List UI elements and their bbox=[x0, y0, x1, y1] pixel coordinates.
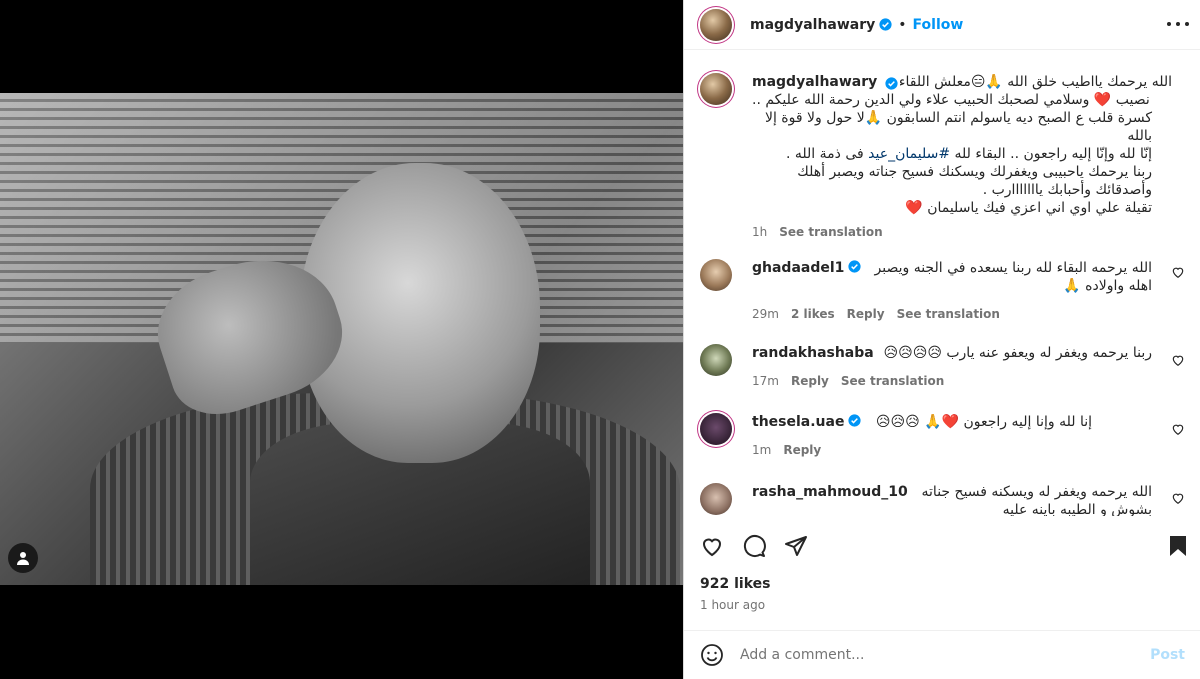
verified-badge-icon bbox=[848, 414, 862, 427]
header-separator: • bbox=[898, 16, 907, 33]
verified-badge-icon bbox=[848, 260, 862, 273]
comment-like-heart-icon[interactable] bbox=[1171, 491, 1185, 505]
post-actions-bar bbox=[684, 526, 1200, 566]
post-comment-button[interactable]: Post bbox=[1150, 647, 1185, 663]
verified-badge-icon bbox=[879, 18, 892, 31]
commenter-username[interactable]: rasha_mahmoud_10 bbox=[752, 483, 908, 501]
see-translation-button[interactable]: See translation bbox=[897, 305, 1000, 323]
commenter-avatar[interactable] bbox=[700, 344, 732, 376]
comment-body: rasha_mahmoud_10 الله يرحمه ويغفر له ويس… bbox=[752, 483, 1152, 516]
comment-time[interactable]: 17m bbox=[752, 372, 779, 390]
caption-row: magdyalhawary الله يرحمك يااطيب خلق الله… bbox=[700, 73, 1185, 241]
heart-outline-icon[interactable] bbox=[698, 532, 726, 560]
comment-meta: 17m Reply See translation bbox=[752, 372, 1152, 390]
caption-author-avatar[interactable] bbox=[700, 73, 732, 105]
see-translation-button[interactable]: See translation bbox=[841, 372, 944, 390]
caption-line4-post: فى ذمة الله . bbox=[786, 146, 869, 162]
caption-line2: نصيب ❤️ وسلامي لصحبك الحبيب علاء ولي الد… bbox=[752, 92, 1150, 108]
caption-meta: 1h See translation bbox=[752, 223, 1172, 241]
comment-meta: 1m Reply bbox=[752, 441, 1152, 459]
caption-body: magdyalhawary الله يرحمك يااطيب خلق الله… bbox=[752, 73, 1172, 241]
comment-time[interactable]: 29m bbox=[752, 305, 779, 323]
likes-count[interactable]: 922 likes bbox=[700, 576, 770, 592]
caption-see-translation[interactable]: See translation bbox=[779, 223, 882, 241]
comment-input[interactable] bbox=[740, 647, 1151, 663]
comment-time[interactable]: 1m bbox=[752, 441, 771, 459]
commenter-avatar[interactable] bbox=[700, 413, 732, 445]
comment-item: randakhashaba ربنا يرحمه ويغفر له ويعفو … bbox=[700, 344, 1185, 390]
commenter-username[interactable]: randakhashaba bbox=[752, 344, 874, 362]
add-comment-bar: Post bbox=[684, 630, 1200, 679]
comments-list[interactable]: magdyalhawary الله يرحمك يااطيب خلق الله… bbox=[684, 51, 1200, 516]
comment-body: thesela.uae إنا لله وإنا إليه راجعون ❤️🙏… bbox=[752, 413, 1152, 459]
caption-line3: كسرة قلب ع الصبح ديه ياسولم انتم السابقو… bbox=[764, 110, 1152, 144]
comment-like-heart-icon[interactable] bbox=[1171, 422, 1185, 436]
reply-button[interactable]: Reply bbox=[791, 372, 829, 390]
post-photo[interactable] bbox=[0, 93, 683, 585]
comment-likes[interactable]: 2 likes bbox=[791, 305, 835, 323]
caption-time[interactable]: 1h bbox=[752, 223, 767, 241]
comment-meta: 29m 2 likes Reply See translation bbox=[752, 305, 1152, 323]
post-header: magdyalhawary • Follow bbox=[684, 0, 1200, 50]
paper-plane-icon[interactable] bbox=[782, 532, 810, 560]
comment-item: rasha_mahmoud_10 الله يرحمه ويغفر له ويس… bbox=[700, 483, 1185, 516]
comment-like-heart-icon[interactable] bbox=[1171, 265, 1185, 279]
more-options-icon[interactable] bbox=[1164, 10, 1192, 38]
commenter-username[interactable]: ghadaadel1 bbox=[752, 260, 844, 276]
commenter-avatar[interactable] bbox=[700, 483, 732, 515]
tagged-users-icon[interactable] bbox=[8, 543, 38, 573]
reply-button[interactable]: Reply bbox=[847, 305, 885, 323]
reply-button[interactable]: Reply bbox=[783, 441, 821, 459]
post-modal: magdyalhawary • Follow magdyalhawary الل… bbox=[0, 0, 1200, 679]
emoji-icon[interactable] bbox=[700, 643, 724, 667]
caption-line4: إنّا لله وإنّا إليه راجعون .. البقاء لله… bbox=[752, 145, 1152, 163]
caption-username[interactable]: magdyalhawary bbox=[752, 73, 877, 91]
caption-hashtag-link[interactable]: #سليمان_عيد bbox=[868, 146, 950, 162]
post-media bbox=[0, 0, 683, 679]
commenter-avatar[interactable] bbox=[700, 259, 732, 291]
caption-line4-pre: إنّا لله وإنّا إليه راجعون .. البقاء لله bbox=[950, 146, 1152, 162]
comment-item: ghadaadel1 الله يرحمه البقاء لله ربنا يس… bbox=[700, 259, 1185, 323]
commenter-username[interactable]: thesela.uae bbox=[752, 414, 844, 430]
comment-icon[interactable] bbox=[740, 532, 768, 560]
post-details-panel: magdyalhawary • Follow magdyalhawary الل… bbox=[683, 0, 1200, 679]
comment-body: ghadaadel1 الله يرحمه البقاء لله ربنا يس… bbox=[752, 259, 1152, 323]
posted-time[interactable]: 1 hour ago bbox=[700, 598, 765, 612]
comment-item: thesela.uae إنا لله وإنا إليه راجعون ❤️🙏… bbox=[700, 413, 1185, 459]
author-username[interactable]: magdyalhawary bbox=[750, 17, 875, 33]
author-avatar[interactable] bbox=[700, 8, 732, 41]
comment-text: إنا لله وإنا إليه راجعون ❤️🙏 😥😥😥 bbox=[875, 414, 1092, 430]
caption-line1: الله يرحمك يااطيب خلق الله 🙏😑معلش اللقاء bbox=[898, 74, 1172, 90]
caption-verified-badge-icon bbox=[885, 77, 898, 90]
comment-like-heart-icon[interactable] bbox=[1171, 353, 1185, 367]
caption-line6: وأصدقائك وأحبابك يااااااارب . bbox=[982, 182, 1152, 198]
bookmark-icon[interactable] bbox=[1164, 532, 1192, 560]
comment-text: ربنا يرحمه ويغفر له ويعفو عنه يارب 😥😥😥😥 bbox=[883, 345, 1152, 361]
follow-button[interactable]: Follow bbox=[913, 17, 964, 33]
caption-line5: ربنا يرحمك ياحبيبى ويغفرلك ويسكنك فسيح ج… bbox=[797, 164, 1152, 180]
comment-body: randakhashaba ربنا يرحمه ويغفر له ويعفو … bbox=[752, 344, 1152, 390]
caption-line7: تقيلة علي اوي اني اعزي فيك ياسليمان ❤️ bbox=[905, 200, 1152, 216]
